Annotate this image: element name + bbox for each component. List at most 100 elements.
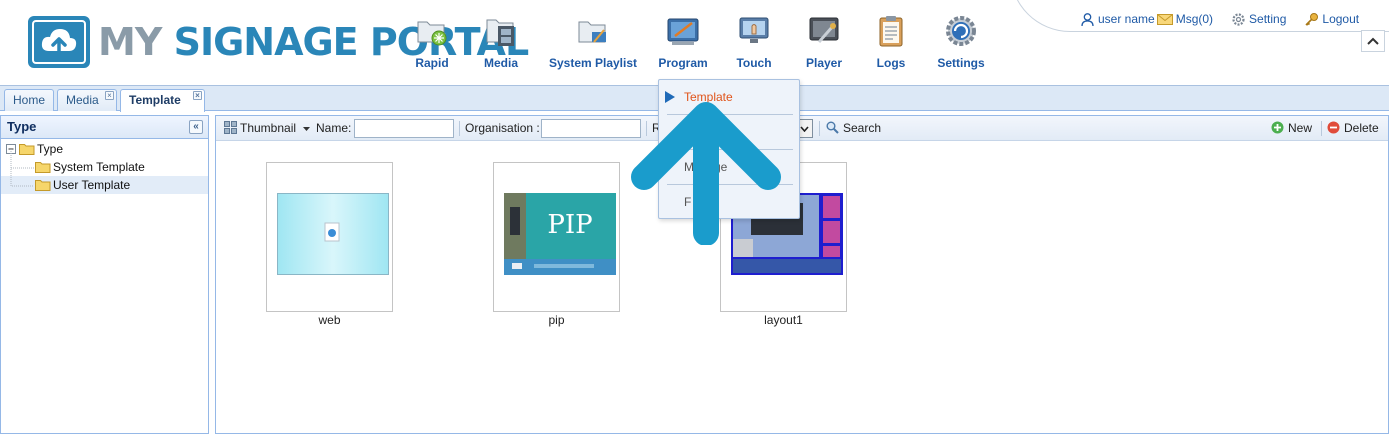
nav-logs-label: Logs — [876, 56, 906, 70]
tree-line-decoration — [10, 167, 34, 187]
settings-gear-icon — [946, 16, 976, 46]
nav-settings[interactable]: Settings — [932, 14, 990, 76]
template-thumbnail-web-label: web — [318, 313, 341, 327]
nav-rapid[interactable]: Rapid — [400, 14, 464, 76]
thumbnail-grid-icon — [224, 121, 237, 134]
web-template-preview — [277, 193, 389, 275]
nav-player-label: Player — [805, 56, 843, 70]
tab-home[interactable]: Home — [4, 89, 54, 111]
toolbar-separator — [819, 121, 820, 136]
tab-media[interactable]: Media × — [57, 89, 117, 111]
type-panel: Type « Type System Template User Templat… — [0, 115, 209, 434]
toolbar-separator — [1321, 121, 1322, 136]
template-thumbnail-pip[interactable]: PIP — [493, 162, 620, 312]
tree-node-system-template-label: System Template — [53, 160, 145, 174]
header: MY SIGNAGE PORTAL Rapid Media System Pla… — [0, 0, 1389, 86]
delete-button[interactable]: Delete — [1327, 116, 1379, 140]
menu-item-manage-label: M ge — [684, 160, 728, 174]
nav-media-label: Media — [483, 56, 518, 70]
delete-button-label: Delete — [1344, 121, 1379, 135]
nav-touch[interactable]: Touch — [726, 14, 782, 76]
tab-template-close-icon[interactable]: × — [193, 91, 202, 100]
nav-player[interactable]: Player — [796, 14, 852, 76]
messages-label: Msg(0) — [1175, 12, 1214, 26]
touch-monitor-icon — [739, 17, 769, 43]
cloud-upload-icon — [28, 16, 90, 68]
name-filter-input[interactable] — [354, 119, 454, 138]
user-name-link[interactable]: user name — [1080, 12, 1155, 27]
menu-item-template-label: Template — [684, 90, 733, 104]
setting-link[interactable]: Setting — [1231, 12, 1286, 27]
add-circle-icon — [1271, 121, 1284, 134]
nav-settings-label: Settings — [937, 56, 985, 70]
delete-circle-icon — [1327, 121, 1340, 134]
type-panel-header: Type « — [1, 115, 208, 139]
template-panel: Thumbnail Name: Organisation : R Search — [215, 115, 1389, 434]
logo-text-my: MY — [98, 20, 162, 64]
envelope-icon — [1156, 13, 1173, 25]
tree-node-user-template[interactable]: User Template — [1, 167, 208, 194]
name-filter-label: Name: — [316, 121, 352, 135]
search-button-label: Search — [843, 121, 882, 135]
tab-media-label: Media — [66, 93, 99, 107]
pip-template-preview: PIP — [504, 193, 616, 275]
program-dropdown-menu: Template M ge F n — [658, 79, 800, 219]
template-thumbnail-layout1-label: layout1 — [764, 313, 803, 327]
app-window: MY SIGNAGE PORTAL Rapid Media System Pla… — [0, 0, 1389, 434]
nav-logs[interactable]: Logs — [866, 14, 916, 76]
toolbar-separator — [459, 121, 460, 136]
header-collapse-button[interactable] — [1361, 30, 1385, 52]
key-icon — [1305, 12, 1319, 26]
folder-icon — [35, 162, 51, 173]
setting-label: Setting — [1249, 12, 1287, 26]
tab-template-label: Template — [129, 93, 181, 107]
caret-down-icon — [303, 127, 311, 131]
user-nav: user name Msg(0) Setting Logout — [1080, 10, 1359, 28]
nav-rapid-label: Rapid — [415, 56, 449, 70]
organisation-filter-input[interactable] — [541, 119, 641, 138]
type-panel-title: Type — [7, 119, 37, 134]
tree-node-user-template-label: User Template — [53, 178, 131, 192]
user-name-label: user name — [1098, 12, 1155, 26]
nav-system-playlist-label: System Playlist — [548, 56, 638, 70]
logout-label: Logout — [1322, 12, 1360, 26]
program-board-icon — [667, 18, 699, 45]
nav-program-label: Program — [658, 56, 708, 70]
messages-link[interactable]: Msg(0) — [1156, 12, 1214, 26]
organisation-filter-label: Organisation : — [465, 121, 540, 135]
view-mode-dropdown[interactable]: Thumbnail — [224, 116, 311, 140]
logout-link[interactable]: Logout — [1304, 12, 1359, 27]
new-button[interactable]: New — [1271, 116, 1312, 140]
chevron-down-icon — [800, 126, 809, 132]
player-tools-icon — [809, 17, 839, 43]
folder-icon — [35, 180, 51, 191]
tree-node-type-label: Type — [37, 142, 64, 156]
nav-program[interactable]: Program — [654, 14, 712, 76]
toolbar-separator — [646, 121, 647, 136]
search-button[interactable]: Search — [826, 116, 881, 140]
nav-system-playlist[interactable]: System Playlist — [546, 14, 640, 76]
menu-item-f-label: F n — [684, 195, 715, 209]
template-thumbnail-web[interactable] — [266, 162, 393, 312]
chevron-up-icon — [1367, 37, 1379, 45]
menu-item-manage[interactable]: M ge — [659, 150, 799, 184]
nav-media[interactable]: Media — [470, 14, 532, 76]
tab-media-close-icon[interactable]: × — [105, 91, 114, 100]
search-icon — [826, 121, 839, 134]
rapid-folder-icon — [417, 21, 447, 46]
gear-icon — [1232, 12, 1245, 26]
nav-touch-label: Touch — [736, 56, 772, 70]
new-button-label: New — [1288, 121, 1313, 135]
toolbar: Thumbnail Name: Organisation : R Search — [216, 115, 1388, 141]
user-icon — [1081, 12, 1094, 26]
tab-template[interactable]: Template × — [120, 89, 205, 112]
menu-item-template[interactable]: Template — [659, 80, 799, 114]
logs-clipboard-icon — [879, 16, 903, 47]
template-thumbnail-pip-label: pip — [548, 313, 565, 327]
panel-collapse-icon[interactable]: « — [189, 120, 203, 134]
menu-item-2[interactable] — [659, 115, 799, 149]
tab-home-label: Home — [13, 93, 46, 107]
menu-item-f[interactable]: F n — [659, 185, 799, 219]
view-mode-label: Thumbnail — [240, 121, 297, 135]
pip-preview-text: PIP — [547, 210, 592, 240]
